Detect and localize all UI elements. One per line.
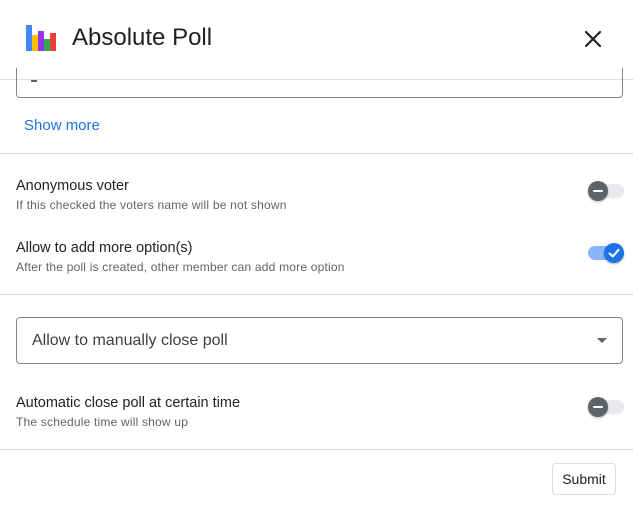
auto-close-setting: Automatic close poll at certain time The… xyxy=(16,394,616,430)
section-divider xyxy=(0,294,633,295)
check-icon xyxy=(608,248,620,258)
minus-icon xyxy=(593,190,603,192)
minus-icon xyxy=(593,406,603,408)
bar-chart-logo-icon xyxy=(26,25,56,51)
toggle-thumb xyxy=(588,181,608,201)
setting-description: The schedule time will show up xyxy=(16,415,189,429)
add-options-toggle[interactable] xyxy=(588,242,624,264)
close-icon xyxy=(584,30,602,48)
close-button[interactable] xyxy=(578,24,608,54)
dropdown-arrow-icon xyxy=(597,338,607,343)
setting-title: Automatic close poll at certain time xyxy=(16,395,241,411)
close-mode-selected-value: Allow to manually close poll xyxy=(32,332,228,349)
show-more-link[interactable]: Show more xyxy=(24,116,100,136)
setting-description: If this checked the voters name will be … xyxy=(16,198,287,212)
add-options-setting: Allow to add more option(s) After the po… xyxy=(16,239,616,275)
previous-option-field[interactable] xyxy=(16,68,623,98)
setting-description: After the poll is created, other member … xyxy=(16,260,345,274)
setting-title: Anonymous voter xyxy=(16,178,129,194)
section-divider xyxy=(0,153,633,154)
submit-button[interactable]: Submit xyxy=(552,463,616,495)
toggle-thumb xyxy=(604,243,624,263)
close-mode-select[interactable]: Allow to manually close poll xyxy=(16,317,623,364)
setting-title: Allow to add more option(s) xyxy=(16,240,193,256)
auto-close-toggle[interactable] xyxy=(588,396,624,418)
poll-dialog: Absolute Poll Show more Anonymous voter … xyxy=(0,0,633,509)
toggle-thumb xyxy=(588,397,608,417)
anonymous-voter-toggle[interactable] xyxy=(588,180,624,202)
dialog-title: Absolute Poll xyxy=(72,24,213,51)
anonymous-voter-setting: Anonymous voter If this checked the vote… xyxy=(16,177,616,213)
footer-divider xyxy=(0,449,633,450)
